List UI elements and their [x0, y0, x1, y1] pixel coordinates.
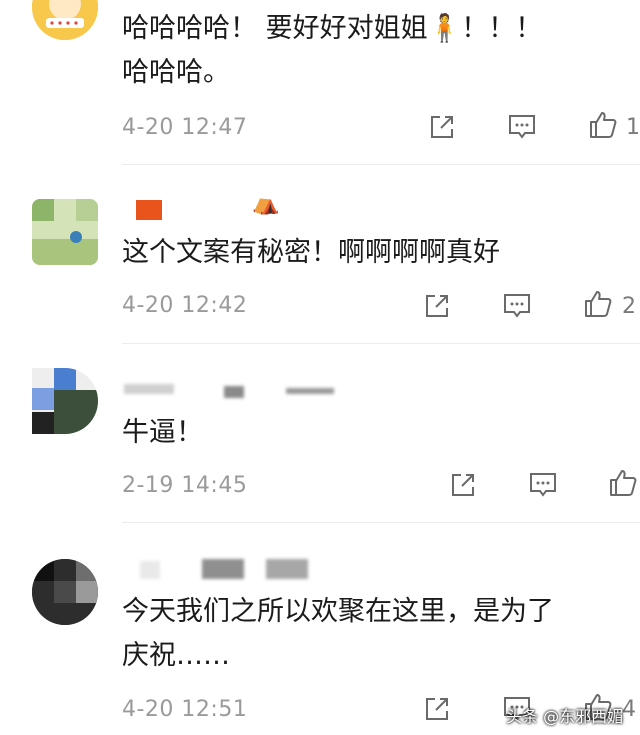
like-count: 4 — [622, 697, 636, 722]
badge-icon: ⛺ — [252, 191, 280, 216]
username-redacted — [124, 384, 174, 394]
avatar[interactable] — [32, 0, 98, 40]
comment-timestamp: 4-20 12:42 — [122, 293, 248, 318]
share-icon[interactable] — [422, 694, 452, 724]
reply-icon[interactable] — [528, 470, 558, 500]
username-redacted — [202, 559, 244, 579]
comment-2: ⛺ 这个文案有秘密！啊啊啊啊真好 4-20 12:42 2 — [0, 165, 640, 343]
share-icon[interactable] — [427, 112, 457, 142]
username-redacted — [140, 561, 160, 579]
share-icon[interactable] — [448, 470, 478, 500]
comment-3: 牛逼！ 2-19 14:45 — [0, 344, 640, 522]
comment-timestamp: 4-20 12:51 — [122, 697, 248, 722]
reply-icon[interactable] — [502, 291, 532, 321]
comment-text: 这个文案有秘密！啊啊啊啊真好 — [122, 237, 500, 268]
comment-timestamp: 2-19 14:45 — [122, 473, 248, 498]
share-icon[interactable] — [422, 291, 452, 321]
avatar-landscape-icon — [32, 199, 98, 265]
username-redacted — [136, 200, 162, 220]
username-redacted — [286, 388, 334, 394]
watermark: 头条 @东邪西媚 — [506, 707, 624, 726]
avatar[interactable] — [32, 368, 98, 434]
avatar[interactable] — [32, 559, 98, 625]
avatar-cartoon-icon — [32, 0, 98, 40]
thumbs-up-icon[interactable] — [608, 468, 638, 498]
avatar[interactable] — [32, 199, 98, 265]
avatar-photo-icon — [32, 368, 98, 434]
reply-icon[interactable] — [507, 112, 537, 142]
comment-text-continued: 哈哈哈。 — [122, 57, 230, 88]
avatar-photo-icon — [32, 559, 98, 625]
comment-text: 牛逼！ — [122, 417, 203, 448]
like-count: 2 — [622, 294, 636, 319]
comment-timestamp: 4-20 12:47 — [122, 115, 248, 140]
comment-1: 哈哈哈哈！ 要好好对姐姐🧍！！！ 哈哈哈。 4-20 12:47 1 — [0, 0, 640, 160]
username-redacted — [266, 559, 308, 579]
comment-text-continued: 庆祝…… — [122, 640, 230, 671]
like-count: 1 — [626, 115, 640, 140]
thumbs-up-icon[interactable] — [583, 289, 613, 319]
username-redacted — [224, 386, 244, 398]
comment-text: 今天我们之所以欢聚在这里，是为了 — [122, 596, 554, 627]
comment-text: 哈哈哈哈！ 要好好对姐姐🧍！！！ — [122, 13, 543, 44]
thumbs-up-icon[interactable] — [588, 110, 618, 140]
